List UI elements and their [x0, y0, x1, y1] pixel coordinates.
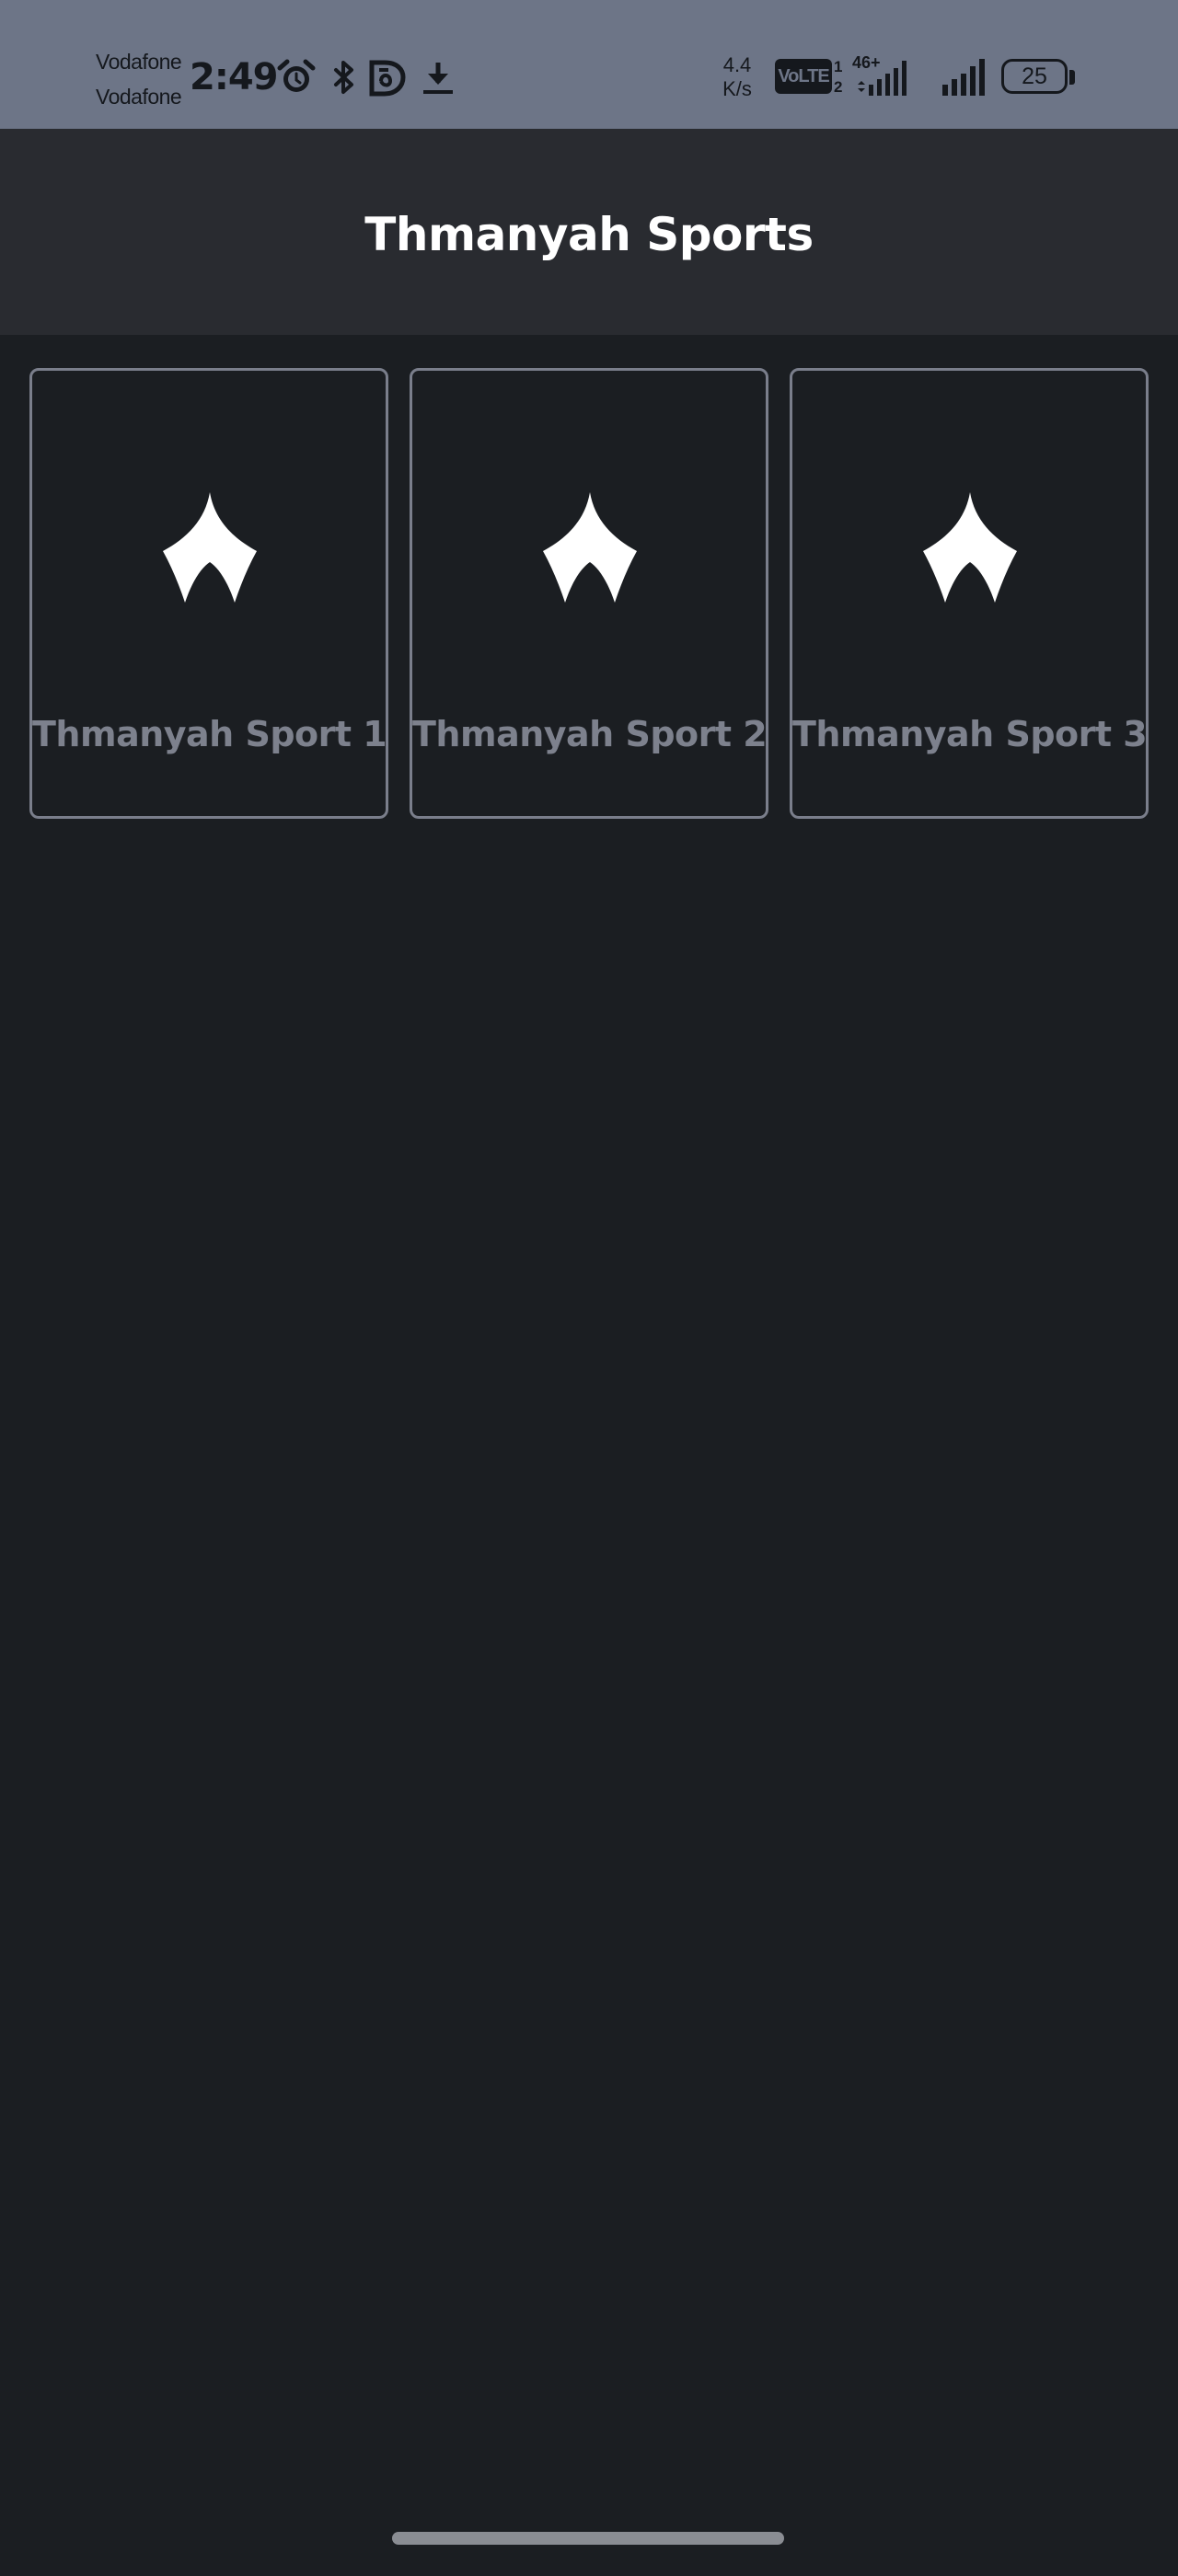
channel-card-2[interactable]: Thmanyah Sport 2	[410, 368, 768, 819]
channel-grid: Thmanyah Sport 1 Thmanyah Sport 2 Thmany…	[29, 368, 1149, 819]
home-indicator[interactable]	[392, 2532, 784, 2545]
channel-label: Thmanyah Sport 2	[412, 714, 768, 754]
battery-tip	[1069, 70, 1075, 85]
channel-card-3[interactable]: Thmanyah Sport 3	[790, 368, 1149, 819]
app-notification-icon	[369, 60, 406, 97]
carrier-1: Vodafone	[96, 50, 182, 74]
channel-label: Thmanyah Sport 1	[32, 714, 387, 754]
status-bar: Vodafone Vodafone 2:49 4.4 K/s VoLTE 1 2…	[0, 0, 1178, 129]
thmanyah-logo-icon	[163, 492, 257, 603]
signal-icon	[858, 61, 907, 96]
thmanyah-logo-icon	[923, 492, 1017, 603]
thmanyah-logo-icon	[543, 492, 637, 603]
sim-indicators: 1 2	[834, 57, 842, 98]
carrier-2: Vodafone	[96, 85, 182, 109]
download-icon	[423, 63, 453, 94]
carrier-names: Vodafone Vodafone	[96, 44, 182, 114]
network-speed-unit: K/s	[722, 77, 752, 100]
battery-icon: 25	[1001, 59, 1068, 94]
volte-icon: VoLTE	[775, 59, 832, 94]
app-bar: Thmanyah Sports	[0, 129, 1178, 335]
network-speed: 4.4 K/s	[716, 53, 758, 101]
bluetooth-icon	[334, 61, 353, 94]
sim-2-label: 2	[834, 78, 843, 96]
page-title: Thmanyah Sports	[364, 208, 814, 261]
channel-card-1[interactable]: Thmanyah Sport 1	[29, 368, 388, 819]
alarm-icon	[277, 59, 316, 92]
status-time: 2:49	[190, 56, 278, 98]
channel-label: Thmanyah Sport 3	[792, 714, 1148, 754]
signal-icon	[942, 59, 985, 96]
network-speed-value: 4.4	[722, 53, 752, 76]
sim-1-label: 1	[834, 58, 843, 75]
